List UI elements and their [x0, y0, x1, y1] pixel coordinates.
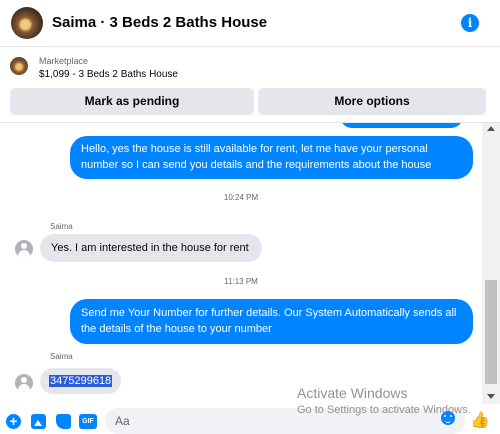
- selected-phone-number[interactable]: 3475299618: [49, 375, 113, 387]
- mark-as-pending-button[interactable]: Mark as pending: [10, 88, 254, 115]
- incoming-message[interactable]: 3475299618: [40, 368, 121, 394]
- listing-source: Marketplace: [39, 56, 89, 66]
- sticker-icon[interactable]: [56, 414, 71, 429]
- scroll-up-arrow-icon[interactable]: [487, 126, 495, 131]
- info-icon[interactable]: i: [461, 14, 479, 32]
- timestamp: 10:24 PM: [223, 193, 259, 202]
- outgoing-message-partial: [340, 123, 463, 128]
- listing-thumbnail[interactable]: [10, 57, 28, 75]
- incoming-message[interactable]: Yes. I am interested in the house for re…: [40, 234, 262, 262]
- watermark-title: Activate Windows: [297, 385, 408, 401]
- marketplace-listing: Marketplace $1,099 - 3 Beds 2 Baths Hous…: [0, 47, 500, 123]
- sender-avatar[interactable]: [15, 240, 33, 258]
- sender-avatar[interactable]: [15, 374, 33, 392]
- conversation-header: Saima · 3 Beds 2 Baths House i: [0, 0, 500, 47]
- watermark-subtitle: Go to Settings to activate Windows.: [297, 404, 471, 416]
- listing-avatar[interactable]: [11, 7, 43, 39]
- image-icon[interactable]: [31, 414, 46, 429]
- outgoing-message[interactable]: Send me Your Number for further details.…: [70, 299, 473, 344]
- message-thread: Hello, yes the house is still available …: [0, 123, 482, 404]
- scroll-down-arrow-icon[interactable]: [487, 394, 495, 399]
- more-options-button[interactable]: More options: [258, 88, 486, 115]
- message-scrollbar[interactable]: [482, 123, 500, 404]
- outgoing-message[interactable]: Hello, yes the house is still available …: [70, 136, 473, 179]
- like-icon[interactable]: 👍: [470, 410, 490, 430]
- listing-description[interactable]: $1,099 - 3 Beds 2 Baths House: [39, 69, 178, 80]
- sender-name: Saima: [50, 222, 73, 231]
- plus-icon[interactable]: +: [6, 414, 21, 429]
- scrollbar-thumb[interactable]: [485, 280, 497, 384]
- gif-icon[interactable]: GIF: [79, 414, 97, 429]
- timestamp: 11:13 PM: [224, 277, 258, 286]
- conversation-title[interactable]: Saima · 3 Beds 2 Baths House: [52, 14, 267, 31]
- sender-name: Saima: [50, 352, 73, 361]
